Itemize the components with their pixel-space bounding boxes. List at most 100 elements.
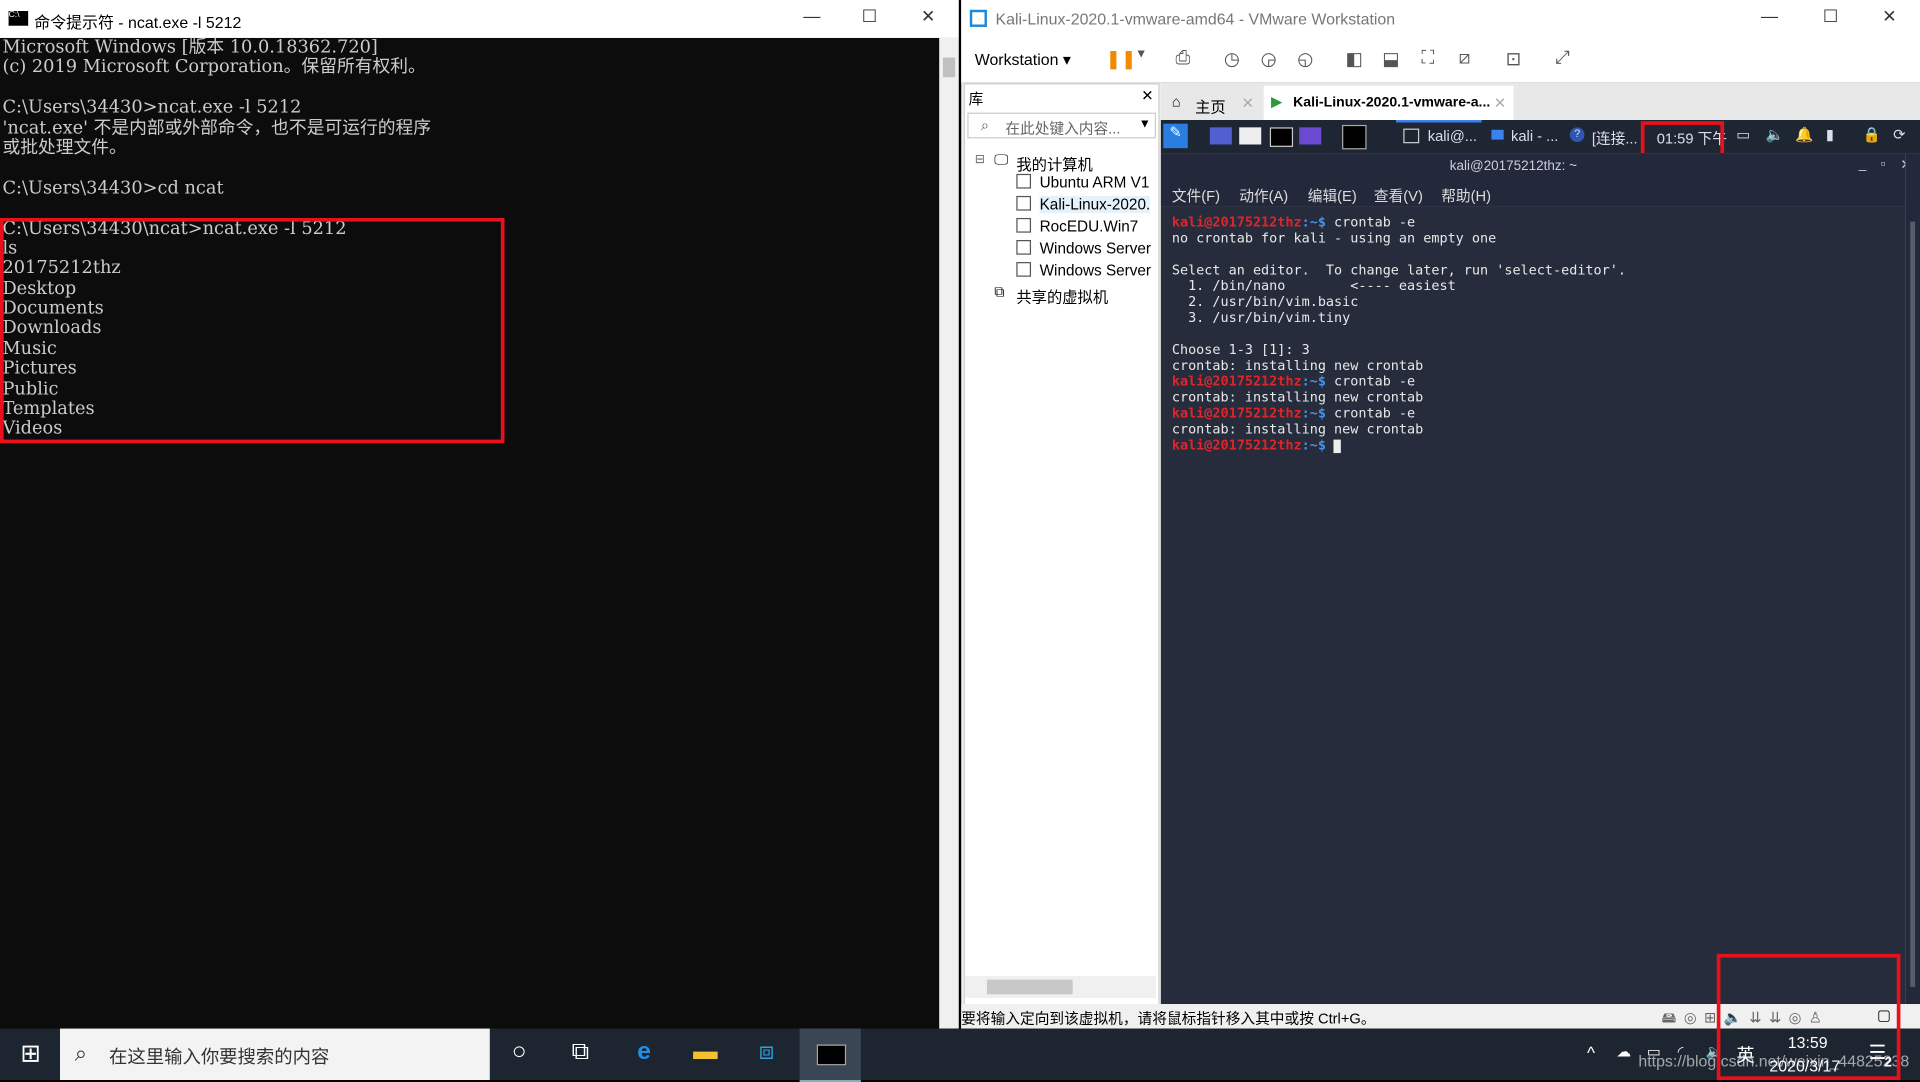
fullscreen-icon[interactable]: ⛶: [1417, 48, 1439, 70]
cmd-output[interactable]: Microsoft Windows [版本 10.0.18362.720] (c)…: [2, 38, 933, 1024]
pause-icon[interactable]: ❚❚: [1106, 48, 1137, 70]
terminal-line: 3. /usr/bin/vim.tiny: [1172, 310, 1905, 326]
line-text: 1. /bin/nano <---- easiest: [1171, 277, 1456, 294]
terminal-menu-item[interactable]: 帮助(H): [1441, 185, 1491, 206]
kali-top-panel: ✎ kali@... kali - ... ? [连接... 01:59 下午 …: [1160, 120, 1920, 154]
logout-icon[interactable]: ⟳: [1893, 126, 1905, 143]
file-explorer-icon[interactable]: ▬: [689, 1038, 721, 1070]
taskbar-search-input[interactable]: ⌕ 在这里输入你要搜索的内容: [60, 1028, 490, 1081]
send-keys-icon[interactable]: ⎙: [1172, 48, 1194, 70]
chevron-down-icon[interactable]: ▼: [1130, 48, 1152, 70]
terminal-line: 2. /usr/bin/vim.basic: [1172, 294, 1905, 310]
workspace-icon[interactable]: [1342, 124, 1367, 150]
terminal-menu-item[interactable]: 动作(A): [1239, 185, 1288, 206]
console-icon[interactable]: ⊡: [1502, 48, 1524, 70]
terminal-output[interactable]: kali@20175212thz:~$ crontab -e no crontab…: [1160, 206, 1906, 1005]
lock-icon[interactable]: 🔒: [1862, 126, 1880, 143]
tree-vm-item[interactable]: RocEDU.Win7: [1040, 218, 1139, 235]
tree-my-computer[interactable]: 我的计算机: [1016, 152, 1093, 175]
prompt-path: :~$: [1301, 437, 1326, 454]
library-search-input[interactable]: ⌕ 在此处键入内容... ▼: [967, 112, 1156, 139]
recorder-icon[interactable]: [1299, 127, 1322, 145]
edge-icon[interactable]: e: [628, 1038, 660, 1070]
vmware-taskbar-icon[interactable]: ⧈: [751, 1038, 783, 1070]
cmd-line: [2, 158, 933, 178]
tab-kali[interactable]: ▶ Kali-Linux-2020.1-vmware-a... ✕: [1263, 85, 1514, 121]
cmd-title-bar[interactable]: C:\ 命令提示符 - ncat.exe -l 5212 — ☐ ✕: [0, 0, 959, 38]
tree-shared-vms[interactable]: 共享的虚拟机: [1016, 284, 1108, 307]
task-connecting[interactable]: ? [连接...: [1567, 120, 1643, 153]
search-icon: ⌕: [980, 116, 990, 134]
line-text: 3. /usr/bin/vim.tiny: [1171, 309, 1351, 326]
cmd-line: C:\Users\34430>cd ncat: [2, 178, 224, 199]
vm-icon: [1016, 173, 1032, 189]
chevron-up-icon[interactable]: ^: [1587, 1043, 1595, 1063]
tree-vm-item[interactable]: Ubuntu ARM V1: [1040, 174, 1150, 191]
volume-icon[interactable]: 🔈: [1766, 126, 1784, 143]
desktop-icon[interactable]: [1209, 127, 1232, 145]
snapshot-manager-icon[interactable]: ◵: [1294, 48, 1316, 70]
minimize-button[interactable]: —: [787, 6, 836, 30]
unity-icon[interactable]: ⧄: [1453, 48, 1475, 70]
line-text: crontab -e: [1325, 373, 1416, 390]
terminal-menu-item[interactable]: 文件(F): [1172, 185, 1220, 206]
kali-menu-icon[interactable]: ✎: [1163, 123, 1188, 149]
task-files[interactable]: kali - ...: [1489, 120, 1565, 153]
vmware-title-bar[interactable]: Kali-Linux-2020.1-vmware-amd64 - VMware …: [961, 0, 1920, 38]
bell-icon[interactable]: 🔔: [1795, 126, 1813, 143]
tab-home[interactable]: ⌂ 主页 ✕: [1163, 85, 1257, 121]
cortana-icon[interactable]: ○: [503, 1038, 535, 1070]
terminal-line: kali@20175212thz:~$ crontab -e: [1172, 214, 1905, 230]
close-icon[interactable]: ✕: [1494, 94, 1506, 111]
taskbar: ⊞ ⌕ 在这里输入你要搜索的内容 ○ ⧉ e ▬ ⧈ ^ ☁ ▭ ◜ 🔈 英 1…: [0, 1028, 1920, 1082]
line-text: crontab: installing new crontab: [1171, 421, 1424, 438]
chevron-down-icon[interactable]: ▼: [1139, 118, 1151, 131]
terminal-menu-item[interactable]: 编辑(E): [1308, 185, 1357, 206]
vmware-icon: [969, 9, 987, 27]
close-icon[interactable]: ✕: [1141, 87, 1153, 104]
battery-icon[interactable]: ▮: [1826, 126, 1834, 143]
tree-vm-item[interactable]: Windows Server: [1040, 240, 1151, 257]
stretch-icon[interactable]: ⤢: [1551, 48, 1573, 70]
maximize-button[interactable]: ▫: [1881, 157, 1886, 172]
vm-icon: [1016, 217, 1032, 233]
shared-vm-icon: ⧉: [994, 282, 1005, 301]
minimize-button[interactable]: —: [1745, 6, 1794, 30]
snapshot-icon[interactable]: ◷: [1221, 48, 1243, 70]
maximize-button[interactable]: ☐: [845, 6, 894, 30]
cmd-icon: C:\: [8, 11, 29, 26]
task-terminal[interactable]: kali@...: [1395, 120, 1482, 153]
maximize-button[interactable]: ☐: [1806, 6, 1855, 30]
close-button[interactable]: ✕: [904, 6, 953, 30]
tree-vm-item[interactable]: Windows Server: [1040, 262, 1151, 279]
cmd-line: (c) 2019 Microsoft Corporation。保留所有权利。: [2, 58, 426, 78]
close-button[interactable]: ✕: [1865, 6, 1914, 30]
terminal-menu-item[interactable]: 查看(V): [1374, 185, 1423, 206]
workstation-menu[interactable]: Workstation ▾: [975, 50, 1071, 70]
cmd-taskbar-button[interactable]: [799, 1028, 861, 1082]
tree-vm-item[interactable]: Kali-Linux-2020.: [1039, 195, 1151, 214]
display-icon[interactable]: ▭: [1736, 126, 1750, 143]
thumbnail-view-icon[interactable]: ⬓: [1380, 48, 1402, 70]
library-view-icon[interactable]: ◧: [1343, 48, 1365, 70]
terminal-title-bar[interactable]: kali@20175212thz: ~ _ ▫ ✕: [1160, 153, 1912, 181]
highlight-box: [1716, 953, 1901, 1081]
folder-icon[interactable]: [1239, 127, 1262, 145]
windows-start-icon[interactable]: ⊞: [15, 1038, 47, 1070]
terminal-scrollbar[interactable]: [1905, 153, 1920, 1005]
cmd-line: C:\Users\34430>ncat.exe -l 5212: [2, 98, 302, 118]
line-text: crontab: installing new crontab: [1171, 389, 1424, 406]
task-view-icon[interactable]: ⧉: [564, 1038, 596, 1070]
terminal-icon[interactable]: [1269, 127, 1294, 147]
cmd-scrollbar[interactable]: [939, 37, 959, 1029]
collapse-icon[interactable]: ⊟: [975, 153, 985, 166]
cmd-window: C:\ 命令提示符 - ncat.exe -l 5212 — ☐ ✕ Micro…: [0, 0, 959, 1029]
revert-snapshot-icon[interactable]: ◶: [1258, 48, 1280, 70]
prompt-user: kali@20175212thz: [1171, 373, 1302, 390]
library-hscrollbar[interactable]: [964, 975, 1156, 998]
minimize-button[interactable]: _: [1859, 157, 1867, 172]
onedrive-icon[interactable]: ☁: [1616, 1043, 1631, 1060]
close-icon[interactable]: ✕: [1242, 94, 1254, 111]
line-text: crontab -e: [1325, 214, 1416, 231]
